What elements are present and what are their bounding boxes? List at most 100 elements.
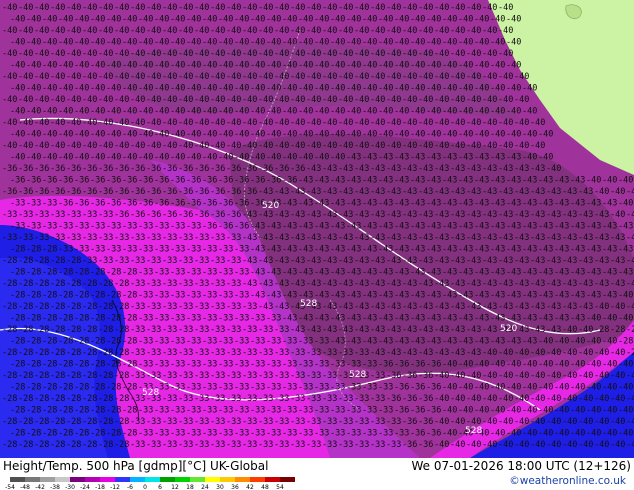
temperature-value: -43	[434, 302, 449, 312]
temperature-value: -36	[146, 187, 161, 197]
temperature-value: -43	[354, 187, 369, 197]
temperature-value: -43	[562, 302, 577, 312]
temperature-value: -40	[250, 38, 265, 48]
temperature-value: -40	[82, 49, 97, 59]
temperature-value: -40	[146, 26, 161, 36]
temperature-value: -33	[42, 222, 57, 232]
temperature-value: -40	[66, 95, 81, 105]
temperature-value: -40	[498, 3, 513, 13]
temperature-value: -40	[426, 130, 441, 140]
temperature-value: -43	[546, 256, 561, 266]
temperature-value: -36	[146, 210, 161, 220]
temperature-value: -40	[458, 360, 473, 370]
temperature-value: -43	[250, 222, 265, 232]
temperature-value: -40	[378, 15, 393, 25]
temperature-value: -28	[34, 279, 49, 289]
temperature-value: -28	[26, 383, 41, 393]
temperature-value: -33	[386, 417, 401, 427]
temperature-value: -40	[218, 38, 233, 48]
temperature-value: -33	[138, 337, 153, 347]
temperature-value: -43	[450, 325, 465, 335]
temperature-value: -43	[514, 210, 529, 220]
temperature-value: -40	[66, 141, 81, 151]
temperature-value: -43	[514, 279, 529, 289]
temperature-value: -40	[594, 187, 609, 197]
temperature-value: -40	[466, 49, 481, 59]
temperature-value: -36	[378, 360, 393, 370]
temperature-value: -33	[226, 348, 241, 358]
temperature-value: -40	[570, 360, 585, 370]
temperature-value: -40	[66, 26, 81, 36]
temperature-value: -33	[130, 256, 145, 266]
temperature-value: -28	[50, 440, 65, 450]
temperature-value: -43	[298, 314, 313, 324]
temperature-value: -28	[10, 291, 25, 301]
temperature-value: -28	[2, 256, 17, 266]
temperature-value: -36	[202, 176, 217, 186]
temperature-value: -43	[490, 245, 505, 255]
temperature-value: -28	[42, 429, 57, 439]
temperature-value: -43	[586, 291, 601, 301]
temperature-value: -33	[186, 337, 201, 347]
temperature-value: -43	[514, 256, 529, 266]
temperature-value: -28	[42, 383, 57, 393]
temperature-value: -33	[130, 371, 145, 381]
temperature-value: -40	[402, 95, 417, 105]
temperature-value: -33	[234, 268, 249, 278]
temperature-value: -40	[242, 141, 257, 151]
temperature-value: -40	[538, 337, 553, 347]
temperature-value: -43	[554, 199, 569, 209]
temperature-value: -40	[42, 84, 57, 94]
temperature-value: -40	[354, 26, 369, 36]
temperature-value: -43	[490, 153, 505, 163]
temperature-value: -43	[354, 279, 369, 289]
temperature-value: -40	[66, 118, 81, 128]
temperature-value: -40	[410, 61, 425, 71]
temperature-value: -28	[10, 314, 25, 324]
temperature-value: -40	[370, 141, 385, 151]
temperature-value: -40	[162, 118, 177, 128]
temperature-value: -33	[178, 371, 193, 381]
temperature-value: -40	[274, 3, 289, 13]
temperature-value: -40	[146, 3, 161, 13]
temperature-value: -36	[418, 417, 433, 427]
temperature-value: -36	[386, 394, 401, 404]
temperature-value: -33	[290, 394, 305, 404]
temperature-value: -43	[418, 187, 433, 197]
temperature-value: -33	[290, 417, 305, 427]
temperature-value: -40	[258, 49, 273, 59]
temperature-value: -43	[362, 222, 377, 232]
temperature-value: -43	[434, 164, 449, 174]
temperature-value: -43	[330, 245, 345, 255]
temperature-value: -33	[362, 360, 377, 370]
temperature-value: -28	[106, 406, 121, 416]
temperature-value: -40	[74, 130, 89, 140]
temperature-value: -40	[266, 15, 281, 25]
temperature-value: -40	[114, 141, 129, 151]
temperature-value: -28	[10, 360, 25, 370]
credit-link[interactable]: ©weatheronline.co.uk	[509, 475, 626, 487]
temperature-value: -40	[234, 153, 249, 163]
temperature-value: -40	[402, 118, 417, 128]
temperature-value: -40	[354, 72, 369, 82]
temperature-value: -40	[122, 84, 137, 94]
temperature-value: -40	[498, 348, 513, 358]
temperature-value: -33	[74, 222, 89, 232]
temperature-value: -40	[434, 72, 449, 82]
temperature-value: -40	[114, 26, 129, 36]
temperature-value: -40	[330, 107, 345, 117]
temperature-value: -40	[418, 141, 433, 151]
temperature-value: -43	[442, 314, 457, 324]
temperature-value: -43	[426, 291, 441, 301]
temperature-value: -33	[274, 325, 289, 335]
temperature-value: -40	[482, 49, 497, 59]
temperature-value: -28	[18, 394, 33, 404]
temperature-value: -43	[338, 233, 353, 243]
temperature-value: -43	[458, 222, 473, 232]
temperature-value: -43	[338, 187, 353, 197]
model-name: UK-Global	[209, 459, 269, 473]
temperature-value: -33	[146, 279, 161, 289]
temperature-value: -40	[50, 141, 65, 151]
height-contour-label: 528	[465, 426, 482, 436]
temperature-value: -40	[106, 61, 121, 71]
